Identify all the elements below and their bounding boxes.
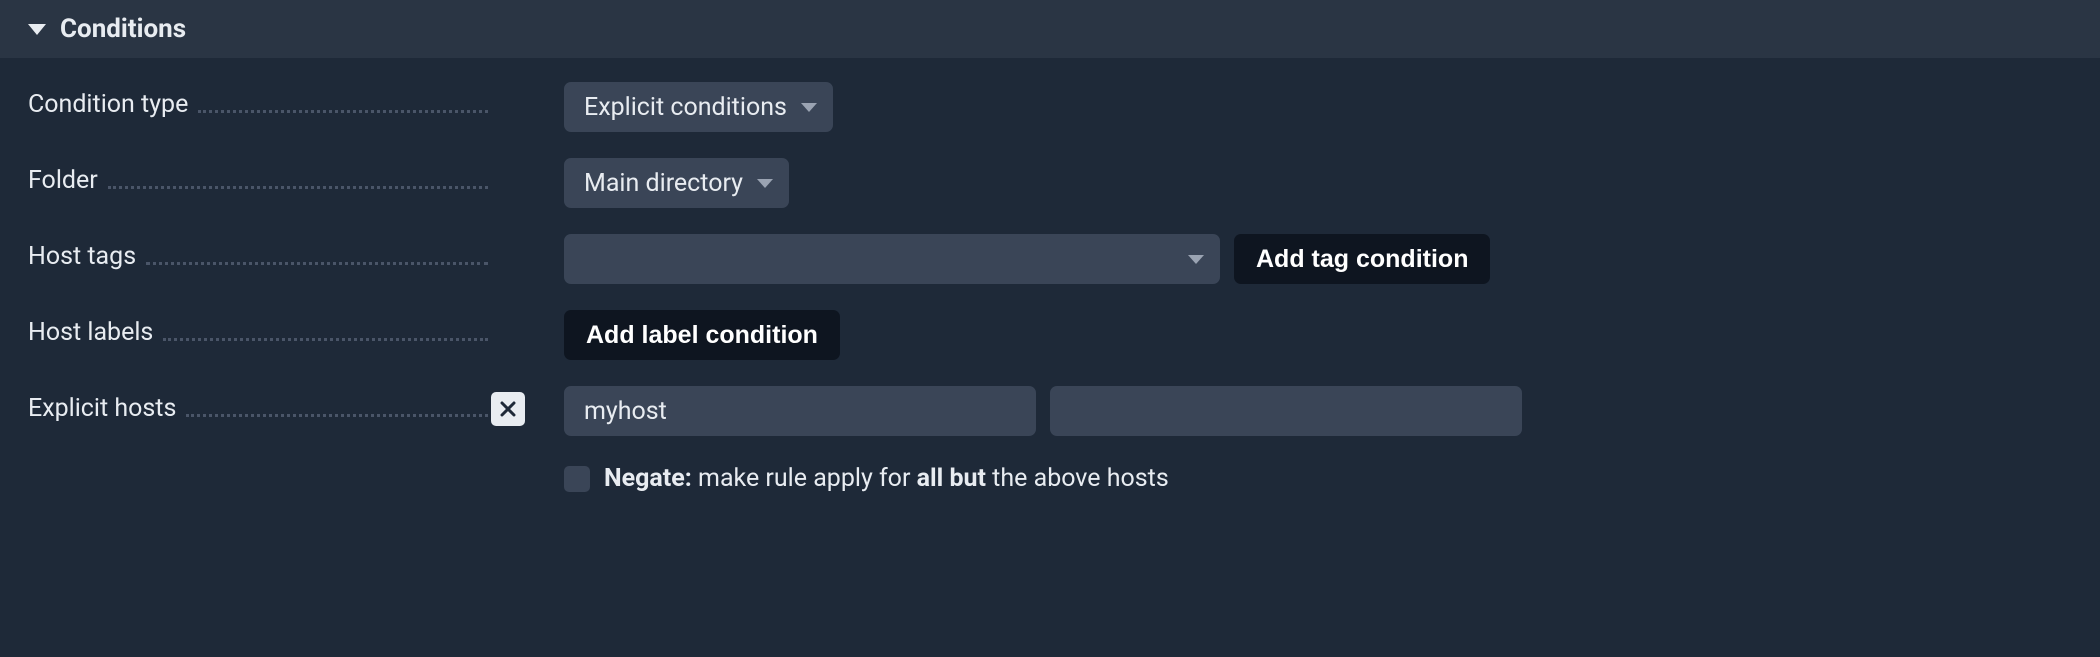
select-value: Explicit conditions (584, 93, 787, 122)
label-dots (198, 97, 488, 113)
row-host-tags: Host tags Add tag condition (28, 234, 2072, 284)
form-body: Condition type Explicit conditions Folde… (0, 58, 2100, 517)
value-col: Add label condition (528, 310, 2072, 360)
value-col: Negate: make rule apply for all but the … (528, 386, 2072, 493)
section-header[interactable]: Conditions (0, 0, 2100, 58)
row-host-labels: Host labels Add label condition (28, 310, 2072, 360)
host-tags-select[interactable] (564, 234, 1220, 284)
host-tags-label: Host tags (28, 242, 136, 271)
negate-text2: the above hosts (986, 464, 1169, 493)
section-title: Conditions (60, 14, 186, 44)
close-col (488, 158, 528, 164)
explicit-host-input-1[interactable] (564, 386, 1036, 436)
label-dots (186, 401, 488, 417)
explicit-hosts-label: Explicit hosts (28, 394, 176, 423)
label-col: Folder (28, 158, 488, 195)
negate-bold2: all but (917, 464, 986, 493)
select-value: Main directory (584, 169, 743, 198)
row-condition-type: Condition type Explicit conditions (28, 82, 2072, 132)
row-folder: Folder Main directory (28, 158, 2072, 208)
negate-label: Negate: make rule apply for all but the … (604, 464, 1169, 493)
close-col (488, 82, 528, 88)
explicit-hosts-inputs (564, 386, 2072, 436)
chevron-down-icon (801, 103, 817, 112)
label-col: Host labels (28, 310, 488, 347)
conditions-section: Conditions Condition type Explicit condi… (0, 0, 2100, 517)
folder-label: Folder (28, 166, 98, 195)
close-col (488, 386, 528, 426)
remove-explicit-hosts-button[interactable] (491, 392, 525, 426)
close-col (488, 234, 528, 240)
condition-type-label: Condition type (28, 90, 188, 119)
negate-bold: Negate: (604, 464, 692, 493)
label-dots (108, 173, 488, 189)
add-tag-condition-button[interactable]: Add tag condition (1234, 234, 1490, 284)
negate-row: Negate: make rule apply for all but the … (564, 464, 2072, 493)
row-explicit-hosts: Explicit hosts Negate: make (28, 386, 2072, 493)
add-label-condition-button[interactable]: Add label condition (564, 310, 840, 360)
host-labels-label: Host labels (28, 318, 153, 347)
chevron-down-icon (1188, 255, 1204, 264)
label-dots (146, 249, 488, 265)
chevron-down-icon (757, 179, 773, 188)
label-col: Explicit hosts (28, 386, 488, 423)
close-icon (500, 401, 516, 417)
label-col: Host tags (28, 234, 488, 271)
condition-type-select[interactable]: Explicit conditions (564, 82, 833, 132)
value-col: Add tag condition (528, 234, 2072, 284)
negate-text1: make rule apply for (692, 464, 917, 493)
collapse-icon (28, 24, 46, 35)
label-dots (163, 325, 488, 341)
close-col (488, 310, 528, 316)
label-col: Condition type (28, 82, 488, 119)
value-col: Main directory (528, 158, 2072, 208)
negate-checkbox[interactable] (564, 466, 590, 492)
explicit-host-input-2[interactable] (1050, 386, 1522, 436)
value-col: Explicit conditions (528, 82, 2072, 132)
folder-select[interactable]: Main directory (564, 158, 789, 208)
